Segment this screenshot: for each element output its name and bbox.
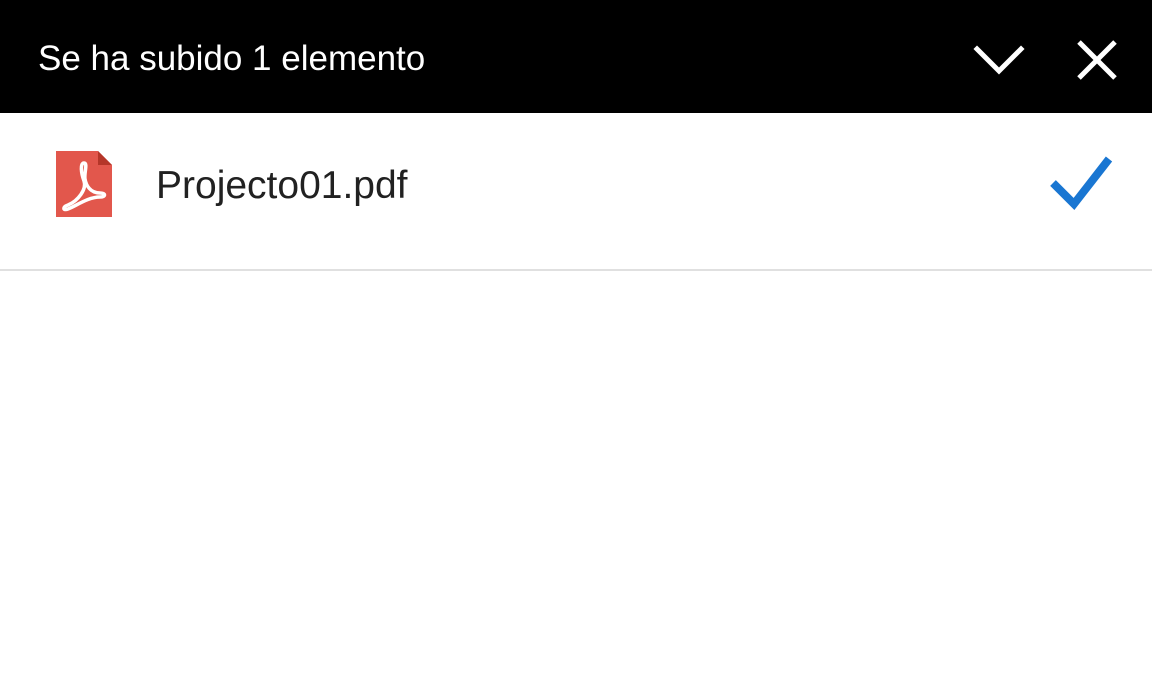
pdf-file-icon [56,151,112,217]
panel-header: Se ha subido 1 elemento [0,0,1152,113]
upload-status-panel: Se ha subido 1 elemento Projecto01.pdf [0,0,1152,696]
chevron-down-icon [973,45,1025,75]
file-name: Projecto01.pdf [156,164,408,207]
collapse-button[interactable] [971,32,1027,88]
uploaded-file-row[interactable]: Projecto01.pdf [0,113,1152,271]
close-icon [1077,40,1117,80]
upload-status-title: Se ha subido 1 elemento [38,39,426,78]
close-button[interactable] [1069,32,1125,88]
checkmark-icon [1050,156,1113,211]
